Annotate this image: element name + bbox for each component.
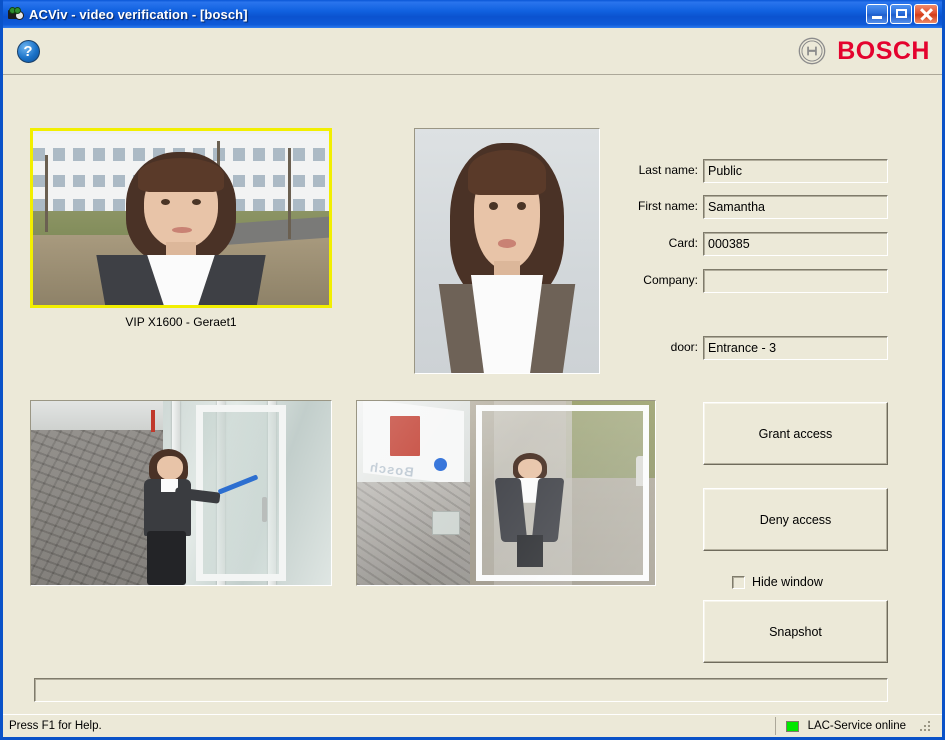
door-label: door: xyxy=(670,340,698,354)
overhead-video-panel[interactable]: Bosch xyxy=(356,400,656,586)
first-name-label: First name: xyxy=(637,199,698,213)
live-video-stream xyxy=(33,131,329,305)
window-title: ACViv - video verification - [bosch] xyxy=(29,6,248,22)
card-label: Card: xyxy=(668,236,698,250)
hide-window-label: Hide window xyxy=(752,575,823,589)
company-field[interactable] xyxy=(703,269,888,293)
application-window: ACViv - video verification - [bosch] ? B… xyxy=(0,0,945,740)
window-controls xyxy=(866,4,940,24)
deny-access-button[interactable]: Deny access xyxy=(703,488,888,551)
maximize-button[interactable] xyxy=(890,4,912,24)
video-camera-icon xyxy=(7,6,24,23)
bosch-emblem-icon xyxy=(798,37,826,65)
overhead-video-stream: Bosch xyxy=(357,401,655,585)
live-video-panel[interactable] xyxy=(30,128,332,308)
snapshot-button[interactable]: Snapshot xyxy=(703,600,888,663)
grant-access-button[interactable]: Grant access xyxy=(703,402,888,465)
resize-grip-icon[interactable] xyxy=(919,720,932,733)
service-status-panel: LAC-Service online xyxy=(774,717,942,735)
status-hint: Press F1 for Help. xyxy=(9,720,102,732)
hide-window-checkbox[interactable]: Hide window xyxy=(732,575,823,589)
status-bar: Press F1 for Help. LAC-Service online xyxy=(3,714,942,737)
client-area: VIP X1600 - Geraet1 Bosch Last name: Pub… xyxy=(3,75,942,714)
door-video-panel[interactable] xyxy=(30,400,332,586)
toolbar: ? BOSCH xyxy=(3,28,942,75)
card-field[interactable]: 000385 xyxy=(703,232,888,256)
minimize-button[interactable] xyxy=(866,4,888,24)
door-video-stream xyxy=(31,401,331,585)
company-label: Company: xyxy=(643,273,698,287)
last-name-field[interactable]: Public xyxy=(703,159,888,183)
door-field[interactable]: Entrance - 3 xyxy=(703,336,888,360)
bosch-logo: BOSCH xyxy=(798,37,930,66)
first-name-field[interactable]: Samantha xyxy=(703,195,888,219)
live-camera-caption: VIP X1600 - Geraet1 xyxy=(125,315,237,329)
last-name-label: Last name: xyxy=(638,163,698,177)
message-bar xyxy=(34,678,888,702)
help-button[interactable]: ? xyxy=(13,36,43,66)
close-button[interactable] xyxy=(914,4,938,24)
service-status-led-icon xyxy=(785,720,799,732)
title-bar[interactable]: ACViv - video verification - [bosch] xyxy=(3,0,942,28)
bosch-wordmark: BOSCH xyxy=(837,36,930,65)
checkbox-box[interactable] xyxy=(732,575,745,589)
help-icon: ? xyxy=(16,39,40,63)
service-status-text: LAC-Service online xyxy=(807,720,906,732)
